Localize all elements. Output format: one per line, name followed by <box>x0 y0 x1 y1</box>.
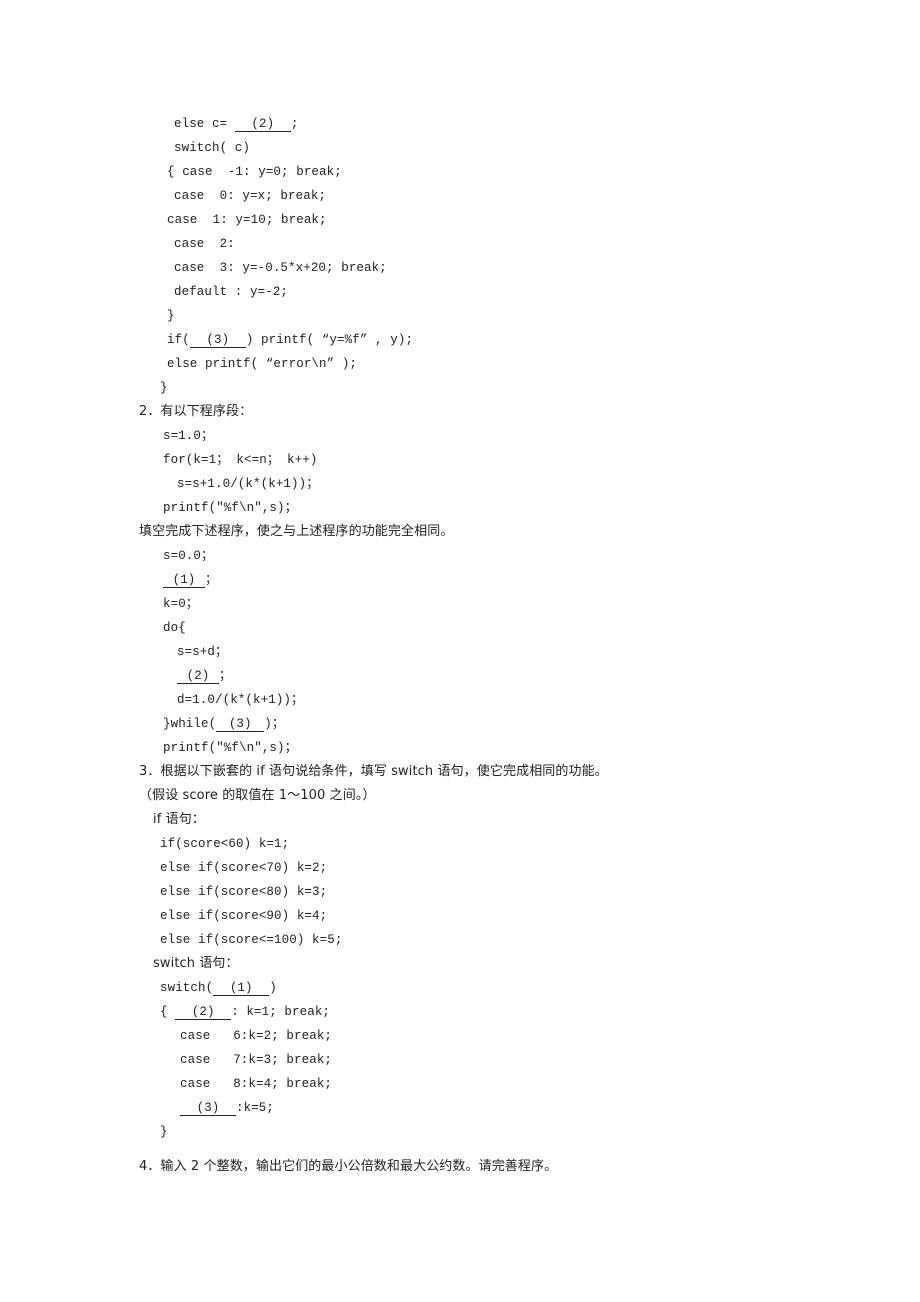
code-line: for(k=1； k<=n； k++) <box>163 453 318 467</box>
code-line: { (2): k=1; break; <box>160 1005 331 1020</box>
code-line: s=s+d； <box>177 645 228 659</box>
switch-label: switch 语句： <box>153 956 239 971</box>
code-line: case 3: y=-0.5*x+20; break; <box>174 261 387 275</box>
code-line: if((3)) printf( “y=%f” , y); <box>167 333 414 348</box>
question-3-note: （假设 score 的取值在 1～100 之间。） <box>139 788 376 803</box>
code-line: (3):k=5; <box>180 1100 274 1116</box>
code-line: (1)； <box>163 572 218 588</box>
code-line: } <box>160 381 168 395</box>
question-2-title: 2．有以下程序段： <box>139 404 253 419</box>
code-line: }while((3))； <box>163 717 285 732</box>
code-line: else if(score<90) k=4; <box>160 909 328 923</box>
code-line: case 7:k=3; break; <box>180 1053 333 1067</box>
code-line: else if(score<70) k=2; <box>160 861 328 875</box>
fill-blank-3[interactable]: (3) <box>216 717 265 732</box>
code-line: switch((1)) <box>160 981 277 996</box>
code-line: } <box>167 309 175 323</box>
code-line: printf("%f\n",s)； <box>163 501 298 515</box>
code-line: case 6:k=2; break; <box>180 1029 333 1043</box>
code-line: else if(score<80) k=3; <box>160 885 328 899</box>
if-label: if 语句： <box>153 812 205 827</box>
code-line: d=1.0/(k*(k+1))； <box>177 693 304 707</box>
code-line: else printf( “error\n” ); <box>167 357 358 371</box>
code-line: else c= (2); <box>174 117 299 132</box>
code-line: default : y=-2; <box>174 285 289 299</box>
fill-blank-1[interactable]: (1) <box>163 573 205 588</box>
code-line: s=1.0； <box>163 429 214 443</box>
fill-blank-3[interactable]: (3) <box>180 1101 236 1116</box>
code-line: printf("%f\n",s)； <box>163 741 298 755</box>
code-line: case 8:k=4; break; <box>180 1077 333 1091</box>
fill-blank-2[interactable]: (2) <box>175 1005 232 1020</box>
code-line: do{ <box>163 621 186 635</box>
fill-blank-2[interactable]: (2) <box>234 117 291 132</box>
fill-blank-3[interactable]: (3) <box>189 333 246 348</box>
code-line: switch( c) <box>174 141 251 155</box>
code-line: k=0； <box>163 597 199 611</box>
code-line: (2)； <box>177 668 232 684</box>
code-line: case 1: y=10; break; <box>167 213 327 227</box>
code-line: else if(score<=100) k=5; <box>160 933 343 947</box>
code-line: s=s+1.0/(k*(k+1))； <box>177 477 319 491</box>
code-line: { case -1: y=0; break; <box>167 165 342 179</box>
code-line: if(score<60) k=1; <box>160 837 290 851</box>
code-line: case 0: y=x; break; <box>174 189 327 203</box>
fill-blank-2[interactable]: (2) <box>177 669 219 684</box>
fill-blank-1[interactable]: (1) <box>213 981 270 996</box>
code-line: } <box>160 1125 168 1139</box>
code-line: s=0.0； <box>163 549 214 563</box>
question-3-title: 3．根据以下嵌套的 if 语句说给条件，填写 switch 语句，使它完成相同的… <box>139 764 608 779</box>
question-2-instruction: 填空完成下述程序，使之与上述程序的功能完全相同。 <box>139 524 454 539</box>
question-4-title: 4．输入 2 个整数，输出它们的最小公倍数和最大公约数。请完善程序。 <box>139 1159 558 1174</box>
code-line: case 2: <box>174 237 235 251</box>
